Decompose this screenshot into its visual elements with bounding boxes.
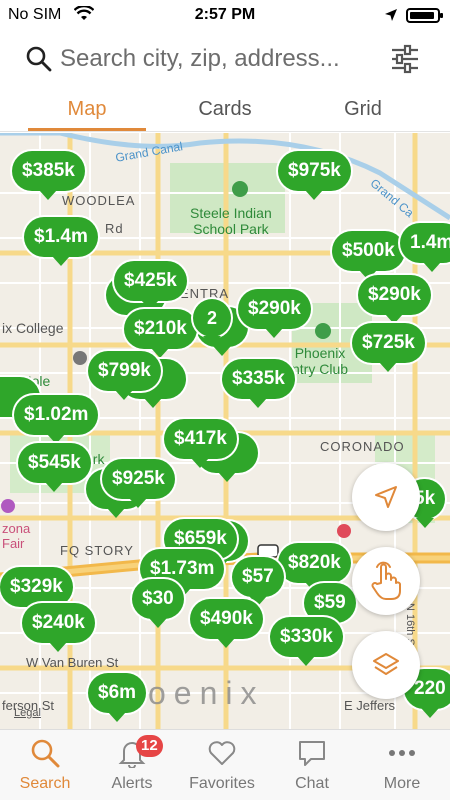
price-pin[interactable]: $820k — [278, 543, 351, 592]
location-services-icon — [384, 8, 398, 27]
cluster-pin[interactable]: 2 — [193, 299, 231, 346]
price-pin[interactable]: $329k — [0, 567, 73, 616]
more-dots-icon — [389, 750, 415, 756]
price-pin[interactable]: $725k — [352, 323, 425, 372]
map-view[interactable]: Grand Canal Grand Ca WOODLEA Rd Steele I… — [0, 133, 450, 729]
price-pin[interactable]: $417k — [164, 419, 237, 468]
map-label-coronado: CORONADO — [320, 439, 405, 454]
app-screen: No SIM 2:57 PM Map Cards Grid — [0, 0, 450, 800]
price-pin[interactable]: $1.02m — [14, 395, 99, 444]
search-icon — [31, 739, 60, 768]
price-pin[interactable]: $490k — [190, 599, 263, 648]
location-arrow-icon — [375, 486, 397, 508]
search-input[interactable] — [60, 42, 380, 76]
tab-grid[interactable]: Grid — [288, 98, 438, 121]
map-layers-button[interactable] — [352, 631, 420, 699]
map-label-country-club: Phoenix ntry Club — [292, 345, 349, 377]
price-pin[interactable]: $385k — [12, 151, 85, 200]
nav-alerts[interactable]: Alerts — [87, 730, 177, 800]
heart-icon — [208, 741, 236, 765]
filter-sliders-icon[interactable] — [390, 44, 420, 79]
price-pin[interactable]: $1.4m — [24, 217, 98, 266]
map-label-fq-story: FQ STORY — [60, 543, 134, 558]
layers-icon — [373, 653, 399, 675]
price-pin[interactable]: $330k — [270, 617, 343, 666]
nav-more-label: More — [383, 775, 421, 792]
map-legal-link[interactable]: Legal — [14, 707, 41, 719]
price-pin[interactable]: $545k — [18, 443, 91, 492]
map-label-college: ix College — [2, 320, 64, 336]
price-pin[interactable]: $240k — [22, 603, 95, 652]
map-label-van-buren: W Van Buren St — [26, 655, 119, 670]
tab-map[interactable]: Map — [12, 98, 162, 121]
price-pin[interactable]: $975k — [278, 151, 351, 200]
search-icon — [26, 46, 52, 77]
price-pin[interactable]: $500k — [332, 231, 405, 280]
price-pin[interactable]: $57 — [232, 557, 284, 606]
nav-search-label: Search — [19, 775, 71, 792]
map-label-central: ENTRA — [180, 286, 230, 301]
draw-area-button[interactable] — [352, 547, 420, 615]
chat-bubble-icon — [299, 741, 325, 766]
nav-favorites-label: Favorites — [189, 775, 255, 792]
map-label-steele-park: Steele Indian School Park — [190, 205, 272, 237]
nav-search[interactable]: Search — [0, 730, 90, 800]
search-bar — [0, 30, 450, 88]
draw-hand-icon — [371, 561, 401, 600]
nav-alerts-label: Alerts — [111, 775, 153, 792]
price-pin[interactable]: $290k — [358, 275, 431, 324]
map-label-rd: Rd — [105, 221, 124, 236]
price-pin[interactable]: $30 — [132, 579, 184, 628]
price-pin[interactable]: $425k — [114, 261, 187, 310]
active-tab-indicator — [28, 128, 146, 131]
map-label-e-jefferson: E Jeffers — [344, 698, 396, 713]
map-label-phoenix: oenix — [148, 675, 265, 711]
battery-icon — [406, 8, 443, 23]
tab-cards[interactable]: Cards — [150, 98, 300, 121]
current-location-button[interactable] — [352, 463, 420, 531]
clock: 2:57 PM — [194, 6, 256, 23]
map-label-state-fair: zona Fair — [2, 521, 31, 551]
bottom-tab-bar: Search Alerts 12 Favorites Chat More — [0, 729, 450, 800]
nav-favorites[interactable]: Favorites — [177, 730, 267, 800]
alerts-badge: 12 — [136, 735, 163, 757]
price-pin[interactable]: 1.4m — [400, 223, 450, 272]
status-bar: No SIM 2:57 PM — [0, 0, 450, 30]
map-label-woodlea: WOODLEA — [62, 193, 136, 208]
nav-chat-label: Chat — [295, 775, 329, 792]
price-pin[interactable]: $335k — [222, 359, 295, 408]
nav-chat[interactable]: Chat — [267, 730, 357, 800]
view-tabs: Map Cards Grid — [0, 88, 450, 132]
price-pin[interactable]: $290k — [238, 289, 311, 338]
price-pin[interactable]: $799k — [88, 351, 161, 400]
nav-more[interactable]: More — [357, 730, 447, 800]
price-pin[interactable]: $210k — [124, 309, 197, 358]
price-pin[interactable]: $6m — [88, 673, 147, 722]
price-pin[interactable]: $925k — [102, 459, 175, 508]
